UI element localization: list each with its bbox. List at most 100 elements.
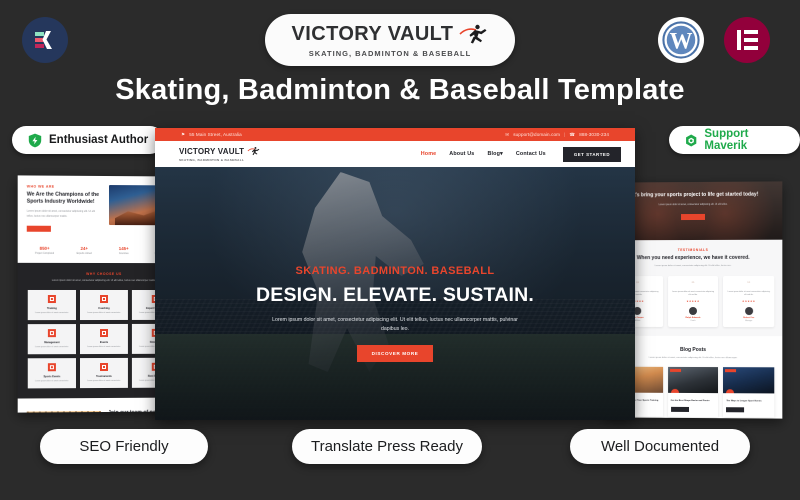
enthusiast-author-label: Enthusiast Author: [49, 134, 148, 146]
blog-read-more-button[interactable]: [671, 407, 689, 412]
stat-label: Countries: [106, 253, 141, 255]
site-topbar: ⚑ 55 Main Street, Australia ✉ support@do…: [155, 128, 635, 141]
about-read-more-button[interactable]: [27, 226, 51, 232]
topbar-address: 55 Main Street, Australia: [189, 132, 242, 137]
testimonials-kicker: TESTIMONIALS: [612, 248, 774, 252]
hero-paragraph: Lorem ipsum dolor sit amet, consectetur …: [270, 316, 520, 334]
why-card-desc: Lorem ipsum dolor sit amet consectetur.: [83, 346, 125, 349]
blog-title: Get the Best Shape Easier and Faster: [668, 393, 719, 404]
blog-tag: [725, 369, 736, 372]
topbar-phone[interactable]: 888-3030-234: [579, 132, 609, 137]
why-card[interactable]: Training Lorem ipsum dolor sit amet cons…: [28, 290, 76, 320]
hero-heading: DESIGN. ELEVATE. SUSTAIN.: [155, 284, 635, 307]
site-logo-name: VICTORY VAULT: [179, 147, 244, 156]
site-menu: Home About Us Blog▾ Contact Us GET START…: [421, 147, 621, 162]
rating-stars: ★★★★★: [727, 300, 770, 303]
main-page-mockup: ⚑ 55 Main Street, Australia ✉ support@do…: [155, 128, 635, 420]
discover-more-button[interactable]: DISCOVER MORE: [357, 345, 434, 362]
why-card-title: Tournaments: [83, 375, 125, 378]
blog-image: [723, 367, 774, 393]
avatar: [745, 307, 753, 315]
nav-item-home[interactable]: Home: [421, 151, 437, 157]
topbar-separator: |: [564, 132, 565, 137]
why-card[interactable]: Tournaments Lorem ipsum dolor sit amet c…: [80, 358, 128, 388]
blog-heading: Blog Posts: [612, 347, 774, 354]
why-card[interactable]: Events Lorem ipsum dolor sit amet consec…: [80, 324, 128, 354]
testimonial-role: Coach: [672, 320, 715, 322]
nav-item-blog[interactable]: Blog▾: [487, 151, 502, 157]
hexagon-support-icon: [685, 133, 697, 148]
feature-pill-well-documented: Well Documented: [570, 429, 750, 464]
why-card-desc: Lorem ipsum dolor sit amet consectetur.: [83, 312, 125, 315]
hero-kicker: SKATING. BADMINTON. BASEBALL: [155, 265, 635, 277]
nav-item-about-us[interactable]: About Us: [449, 151, 474, 157]
envelope-icon: ✉: [505, 132, 509, 138]
why-card-title: Events: [83, 341, 125, 344]
stat-number: 145+: [106, 246, 141, 251]
stat-number: 24+: [66, 246, 102, 251]
enthusiast-author-badge: Enthusiast Author: [12, 126, 164, 154]
elementor-icon: [724, 17, 770, 63]
stat-item: 145+ Countries: [106, 246, 141, 255]
svg-text:W: W: [670, 29, 693, 54]
why-card-desc: Lorem ipsum dolor sit amet consectetur.: [31, 346, 73, 349]
location-pin-icon: ⚑: [181, 132, 185, 138]
avatar: [689, 307, 697, 315]
testimonial-role: Manager: [727, 320, 770, 322]
testimonial-name: Robert Fox: [727, 317, 770, 319]
about-heading: We Are the Champions of the Sports Indus…: [27, 192, 102, 206]
running-athlete-icon: [247, 146, 260, 156]
stat-item: 850+ Project Completed: [27, 246, 63, 255]
site-navbar: VICTORY VAULT SKATING, BADMINTON & BASEB…: [155, 141, 635, 167]
blog-card[interactable]: Get the Best Shape Easier and Faster: [668, 367, 719, 417]
site-logo[interactable]: VICTORY VAULT SKATING, BADMINTON & BASEB…: [179, 146, 260, 162]
blog-date-badge: [726, 389, 734, 393]
blog-image: [668, 367, 719, 393]
blog-paragraph: Lorem ipsum dolor sit amet, consectetur …: [612, 357, 774, 361]
shield-bolt-icon: [28, 133, 42, 148]
blog-tag: [670, 369, 681, 372]
why-card[interactable]: Coaching Lorem ipsum dolor sit amet cons…: [80, 290, 128, 320]
phone-icon: ☎: [569, 132, 575, 138]
why-card-title: Coaching: [83, 307, 125, 310]
zemez-k-logo-icon: [22, 17, 68, 63]
testimonials-paragraph: Lorem ipsum dolor sit amet, consectetur …: [612, 265, 774, 269]
about-paragraph: Lorem ipsum dolor sit amet, consectetur …: [27, 210, 102, 219]
blog-date-badge: [671, 389, 679, 393]
stat-label: Project Completed: [27, 253, 63, 255]
hero-section: SKATING. BADMINTON. BASEBALL DESIGN. ELE…: [155, 167, 635, 420]
promo-banner: VICTORY VAULT SKATING, BADMINTON & BASEB…: [0, 0, 800, 500]
testimonial-card: “ Lorem ipsum dolor sit amet consectetur…: [668, 276, 719, 328]
nav-item-contact-us[interactable]: Contact Us: [516, 151, 546, 157]
feature-pill-translate-press-ready: Translate Press Ready: [292, 429, 482, 464]
testimonial-name: Ralph Edwards: [672, 317, 715, 319]
feature-icon: [48, 363, 56, 371]
quote-icon: “: [672, 281, 715, 288]
blog-card[interactable]: The Ways to League Sport Events: [723, 367, 774, 417]
why-card-desc: Lorem ipsum dolor sit amet consectetur.: [31, 312, 73, 315]
stat-number: 850+: [27, 246, 63, 251]
testimonial-text: Lorem ipsum dolor sit amet consectetur a…: [672, 291, 715, 297]
feature-pill-seo-friendly: SEO Friendly: [40, 429, 208, 464]
wordpress-icon: W: [658, 17, 704, 63]
support-maverik-label: Support Maverik: [704, 128, 784, 152]
get-started-button[interactable]: GET STARTED: [563, 147, 621, 162]
why-card[interactable]: Sports Events Lorem ipsum dolor sit amet…: [28, 358, 76, 388]
why-card-title: Management: [31, 341, 73, 344]
chevron-down-icon: ▾: [500, 151, 503, 157]
cta-button[interactable]: [681, 214, 705, 220]
site-logo-sub: SKATING, BADMINTON & BASEBALL: [179, 158, 260, 162]
feature-icon: [48, 295, 56, 303]
why-card[interactable]: Management Lorem ipsum dolor sit amet co…: [28, 324, 76, 354]
why-card-desc: Lorem ipsum dolor sit amet consectetur.: [31, 380, 73, 383]
product-name-pill: VICTORY VAULT SKATING, BADMINTON & BASEB…: [265, 14, 515, 66]
testimonial-text: Lorem ipsum dolor sit amet consectetur a…: [727, 291, 770, 298]
blog-read-more-button[interactable]: [726, 408, 744, 413]
testimonial-card: “ Lorem ipsum dolor sit amet consectetur…: [723, 276, 774, 328]
join-image: [27, 411, 101, 412]
feature-icon: [100, 363, 108, 371]
feature-icon: [100, 295, 108, 303]
topbar-email[interactable]: support@domain.com: [513, 132, 560, 137]
page-title: Skating, Badminton & Baseball Template: [0, 74, 800, 107]
product-tagline: SKATING, BADMINTON & BASEBALL: [309, 49, 471, 58]
